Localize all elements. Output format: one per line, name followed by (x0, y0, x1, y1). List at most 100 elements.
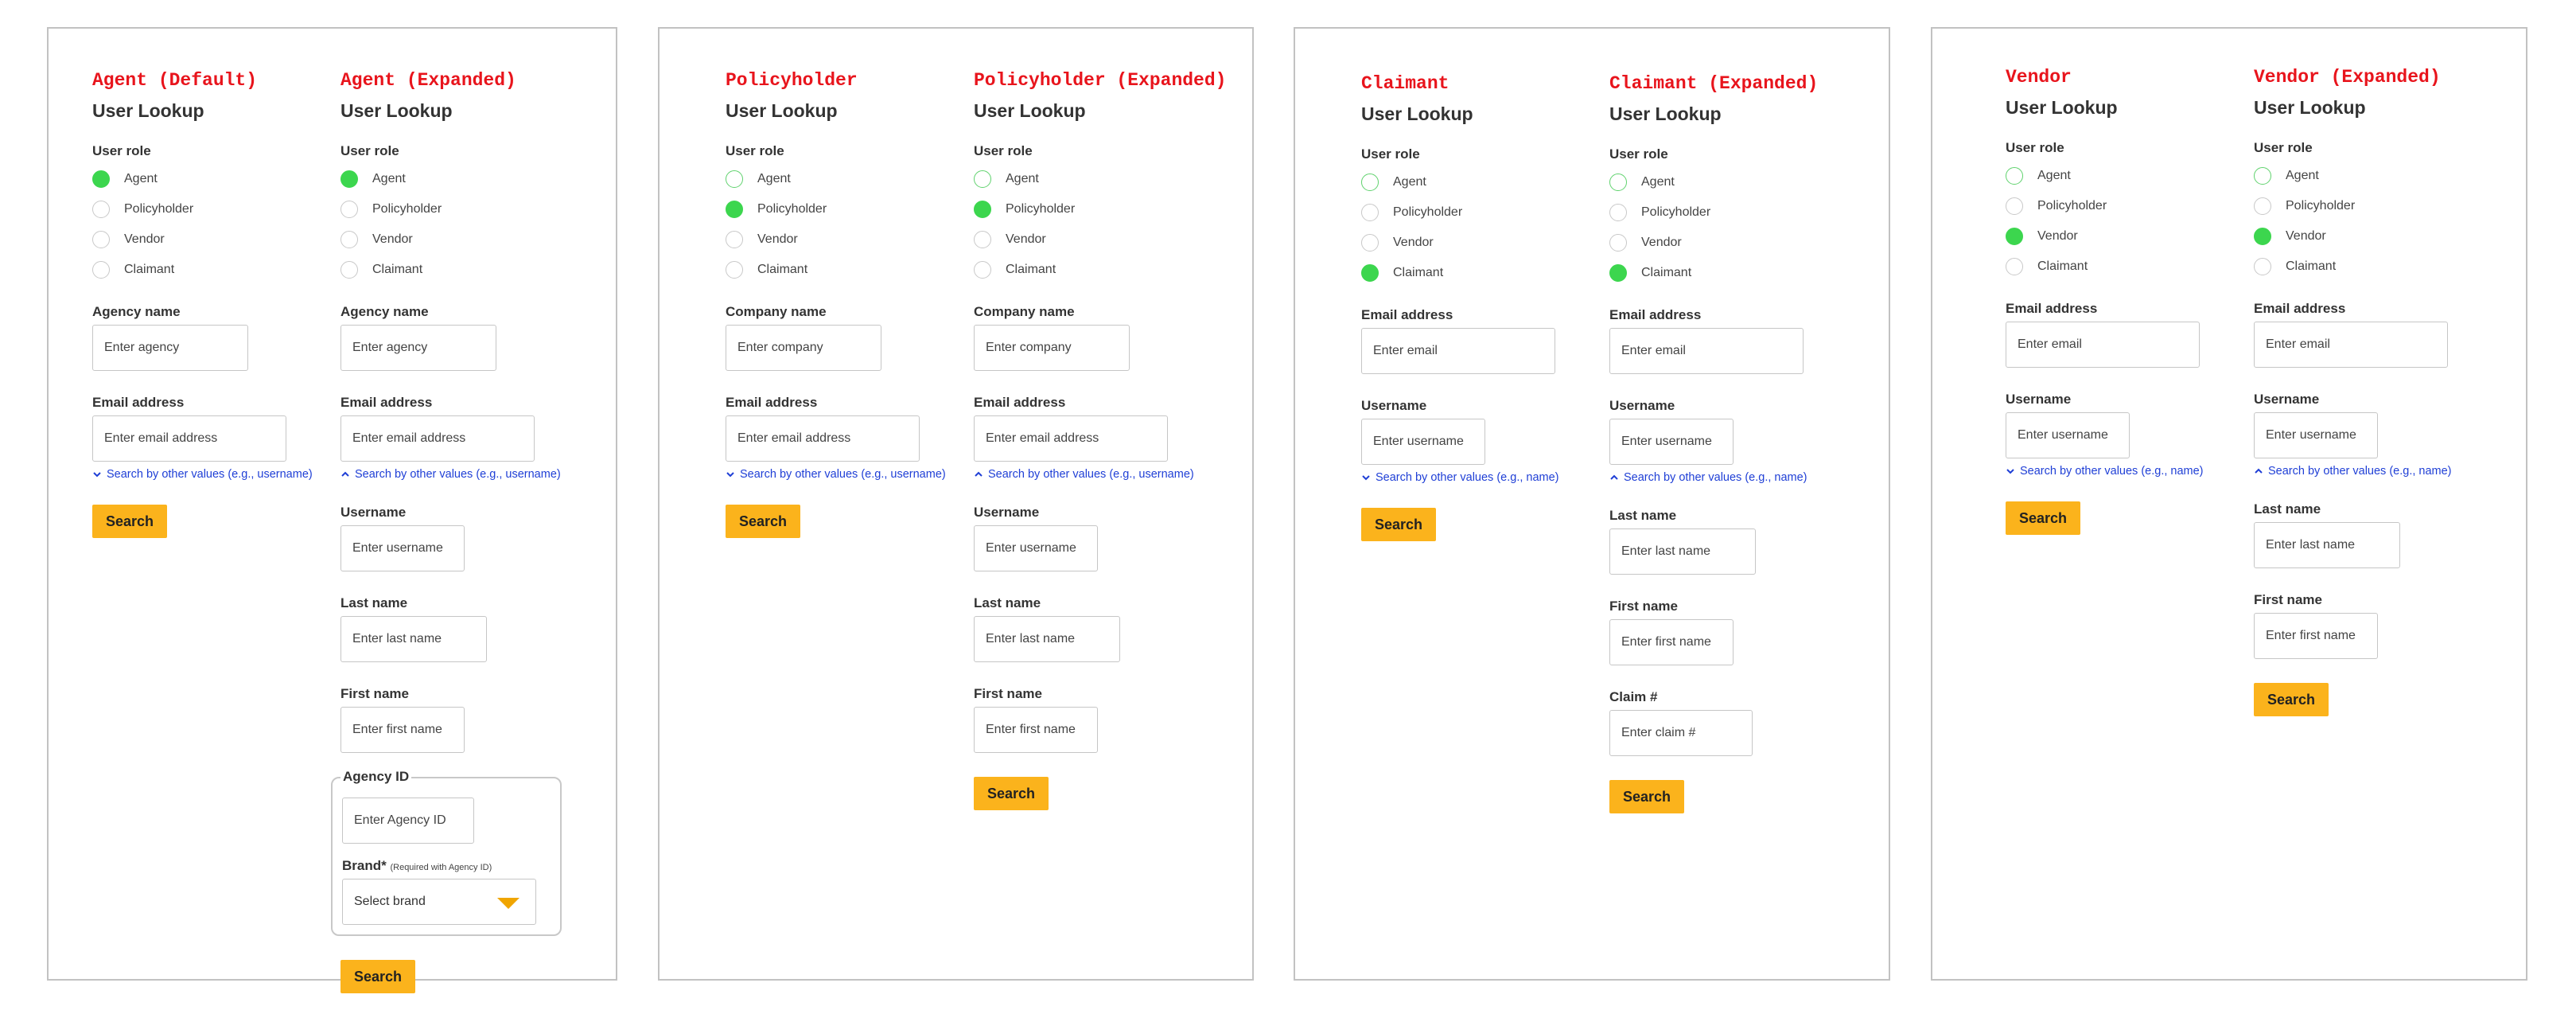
agency-name-input[interactable] (340, 325, 496, 371)
role-option-claimant[interactable]: Claimant (92, 259, 315, 280)
radio-icon[interactable] (1609, 234, 1627, 252)
expand-search-link[interactable]: Search by other values (e.g., username) (92, 468, 315, 481)
role-option-vendor[interactable]: Vendor (1609, 232, 1856, 253)
role-option-agent[interactable]: Agent (974, 169, 1236, 189)
role-option-policyholder[interactable]: Policyholder (2254, 196, 2500, 216)
collapse-search-link[interactable]: Search by other values (e.g., username) (974, 468, 1236, 481)
first-name-input[interactable] (974, 707, 1098, 753)
email-input[interactable] (2006, 322, 2200, 368)
radio-icon[interactable] (2006, 167, 2023, 185)
role-option-agent[interactable]: Agent (726, 169, 948, 189)
username-input[interactable] (1609, 419, 1734, 465)
radio-icon[interactable] (974, 170, 991, 188)
radio-selected-icon[interactable] (2254, 228, 2271, 245)
username-input[interactable] (1361, 419, 1485, 465)
role-option-policyholder[interactable]: Policyholder (340, 199, 579, 220)
expand-search-link[interactable]: Search by other values (e.g., name) (1361, 471, 1584, 484)
radio-icon[interactable] (92, 201, 110, 218)
radio-selected-icon[interactable] (726, 201, 743, 218)
search-button[interactable]: Search (1609, 780, 1684, 813)
radio-icon[interactable] (726, 231, 743, 248)
radio-icon[interactable] (1361, 234, 1379, 252)
radio-icon[interactable] (2254, 258, 2271, 275)
role-option-claimant[interactable]: Claimant (1609, 263, 1856, 283)
radio-selected-icon[interactable] (2006, 228, 2023, 245)
company-name-input[interactable] (974, 325, 1130, 371)
collapse-search-link[interactable]: Search by other values (e.g., username) (340, 468, 579, 481)
company-name-input[interactable] (726, 325, 881, 371)
search-button[interactable]: Search (2254, 683, 2329, 716)
expand-search-link[interactable]: Search by other values (e.g., username) (726, 468, 948, 481)
role-option-vendor[interactable]: Vendor (92, 229, 315, 250)
role-option-vendor[interactable]: Vendor (340, 229, 579, 250)
role-option-vendor[interactable]: Vendor (726, 229, 948, 250)
search-button[interactable]: Search (340, 960, 415, 993)
radio-icon[interactable] (1609, 204, 1627, 221)
search-button[interactable]: Search (974, 777, 1049, 810)
email-input[interactable] (1361, 328, 1555, 374)
radio-icon[interactable] (92, 231, 110, 248)
collapse-search-link[interactable]: Search by other values (e.g., name) (2254, 465, 2500, 478)
role-option-vendor[interactable]: Vendor (1361, 232, 1584, 253)
role-option-claimant[interactable]: Claimant (2254, 256, 2500, 277)
role-option-policyholder[interactable]: Policyholder (2006, 196, 2228, 216)
role-option-policyholder[interactable]: Policyholder (1361, 202, 1584, 223)
role-option-policyholder[interactable]: Policyholder (974, 199, 1236, 220)
radio-selected-icon[interactable] (340, 170, 358, 188)
radio-icon[interactable] (726, 261, 743, 279)
role-option-claimant[interactable]: Claimant (2006, 256, 2228, 277)
email-input[interactable] (726, 415, 920, 462)
role-option-policyholder[interactable]: Policyholder (92, 199, 315, 220)
last-name-input[interactable] (974, 616, 1120, 662)
email-input[interactable] (974, 415, 1168, 462)
radio-icon[interactable] (726, 170, 743, 188)
expand-search-link[interactable]: Search by other values (e.g., name) (2006, 465, 2228, 478)
radio-icon[interactable] (974, 261, 991, 279)
role-option-agent[interactable]: Agent (340, 169, 579, 189)
agency-id-input[interactable] (342, 798, 474, 844)
radio-selected-icon[interactable] (1361, 264, 1379, 282)
username-input[interactable] (974, 525, 1098, 571)
radio-icon[interactable] (2006, 258, 2023, 275)
brand-select[interactable]: Select brand (342, 879, 536, 925)
radio-icon[interactable] (340, 261, 358, 279)
email-input[interactable] (1609, 328, 1804, 374)
role-option-claimant[interactable]: Claimant (726, 259, 948, 280)
first-name-input[interactable] (340, 707, 465, 753)
username-input[interactable] (340, 525, 465, 571)
role-option-claimant[interactable]: Claimant (1361, 263, 1584, 283)
role-option-vendor[interactable]: Vendor (2254, 226, 2500, 247)
role-option-agent[interactable]: Agent (2006, 166, 2228, 186)
last-name-input[interactable] (2254, 522, 2400, 568)
role-option-policyholder[interactable]: Policyholder (726, 199, 948, 220)
claim-number-input[interactable] (1609, 710, 1753, 756)
role-option-policyholder[interactable]: Policyholder (1609, 202, 1856, 223)
email-input[interactable] (340, 415, 535, 462)
search-button[interactable]: Search (92, 505, 167, 538)
search-button[interactable]: Search (1361, 508, 1436, 541)
role-option-agent[interactable]: Agent (1361, 172, 1584, 193)
search-button[interactable]: Search (726, 505, 800, 538)
radio-icon[interactable] (2254, 197, 2271, 215)
radio-icon[interactable] (974, 231, 991, 248)
email-input[interactable] (92, 415, 286, 462)
radio-icon[interactable] (1361, 204, 1379, 221)
role-option-claimant[interactable]: Claimant (974, 259, 1236, 280)
last-name-input[interactable] (1609, 528, 1756, 575)
radio-icon[interactable] (2254, 167, 2271, 185)
role-option-claimant[interactable]: Claimant (340, 259, 579, 280)
last-name-input[interactable] (340, 616, 487, 662)
email-input[interactable] (2254, 322, 2448, 368)
radio-icon[interactable] (340, 201, 358, 218)
role-option-vendor[interactable]: Vendor (2006, 226, 2228, 247)
role-option-agent[interactable]: Agent (2254, 166, 2500, 186)
radio-icon[interactable] (1361, 174, 1379, 191)
role-option-agent[interactable]: Agent (92, 169, 315, 189)
username-input[interactable] (2006, 412, 2130, 458)
radio-icon[interactable] (2006, 197, 2023, 215)
collapse-search-link[interactable]: Search by other values (e.g., name) (1609, 471, 1856, 484)
search-button[interactable]: Search (2006, 501, 2080, 535)
radio-icon[interactable] (1609, 174, 1627, 191)
first-name-input[interactable] (1609, 619, 1734, 665)
radio-selected-icon[interactable] (1609, 264, 1627, 282)
